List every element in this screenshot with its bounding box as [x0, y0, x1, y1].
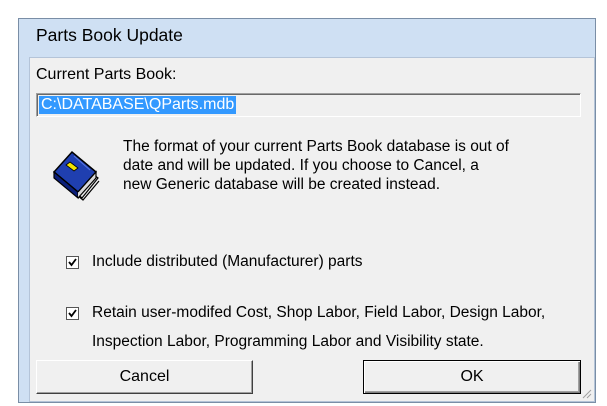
ok-button[interactable]: OK	[363, 360, 581, 394]
retain-user-modified-checkbox[interactable]	[66, 307, 79, 320]
retain-user-modified-label[interactable]: Retain user-modifed Cost, Shop Labor, Fi…	[92, 298, 572, 356]
dialog-content: Current Parts Book: C:\DATABASE\QParts.m…	[29, 57, 595, 402]
cancel-button[interactable]: Cancel	[36, 360, 253, 394]
book-icon-graphic	[52, 150, 100, 201]
book-icon	[48, 148, 102, 204]
parts-book-update-dialog: Parts Book Update Current Parts Book: C:…	[18, 18, 596, 403]
current-parts-book-label: Current Parts Book:	[36, 66, 177, 83]
include-distributed-label[interactable]: Include distributed (Manufacturer) parts	[92, 253, 363, 271]
checkmark-icon	[68, 309, 77, 318]
include-distributed-checkbox[interactable]	[66, 256, 79, 269]
current-parts-book-field[interactable]: C:\DATABASE\QParts.mdb	[36, 93, 581, 117]
dialog-title: Parts Book Update	[36, 25, 183, 45]
checkmark-icon	[68, 258, 77, 267]
title-bar[interactable]: Parts Book Update	[19, 19, 595, 57]
current-parts-book-path[interactable]: C:\DATABASE\QParts.mdb	[39, 96, 237, 114]
update-message: The format of your current Parts Book da…	[123, 138, 509, 193]
resize-grip-icon[interactable]	[580, 387, 592, 399]
